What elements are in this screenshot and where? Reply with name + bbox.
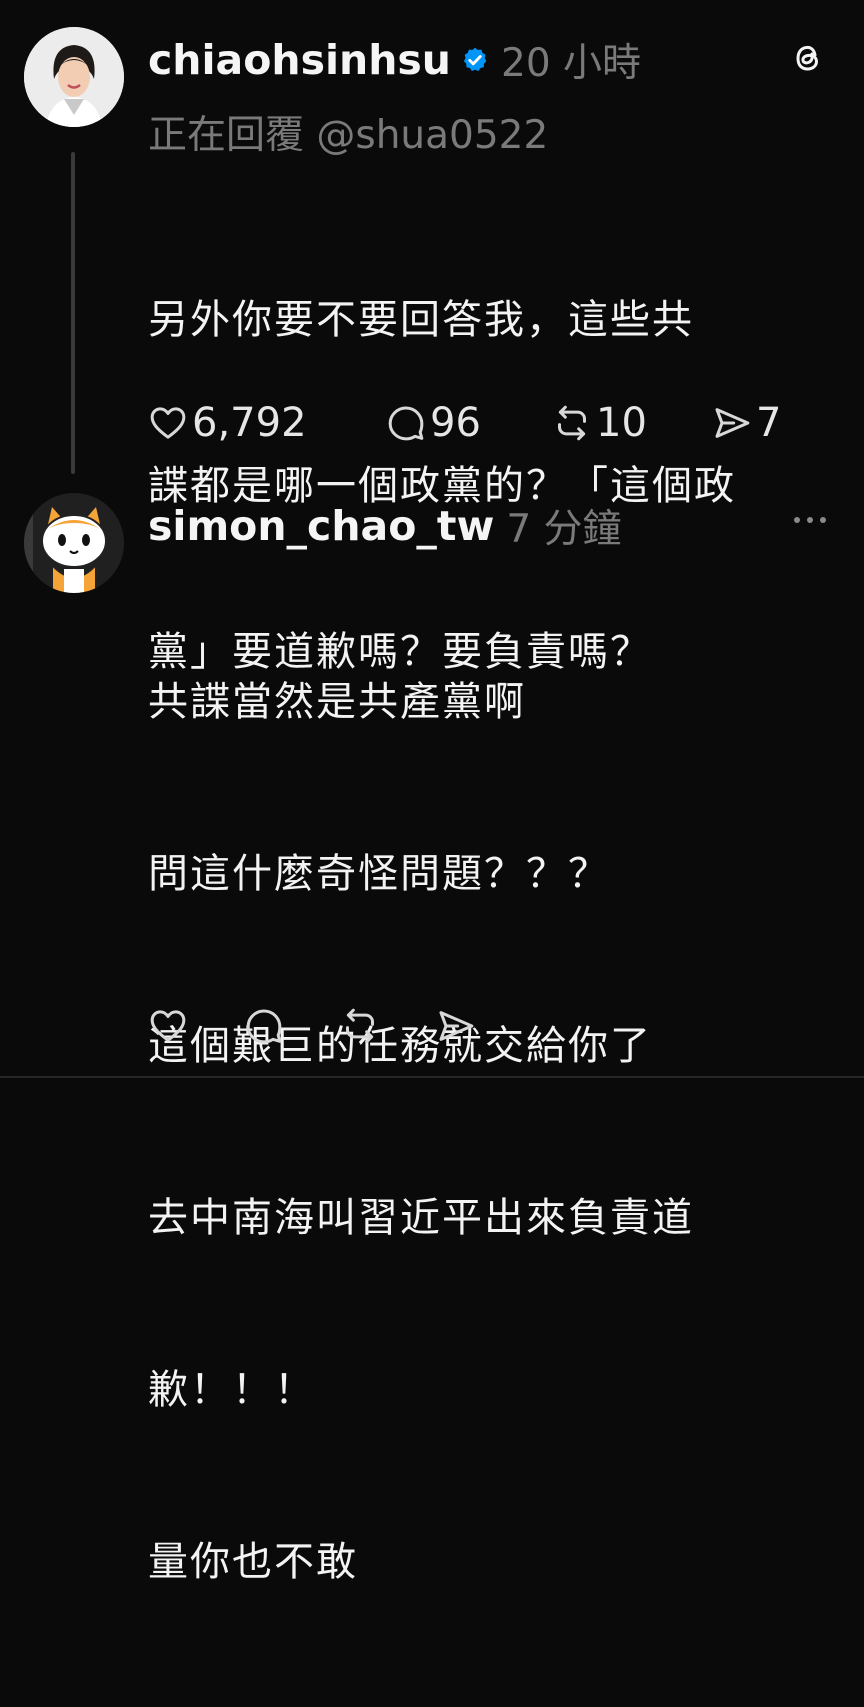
repost-button[interactable] <box>340 1006 436 1046</box>
comment-button[interactable]: 96 <box>386 400 552 446</box>
like-count: 6,792 <box>192 400 307 446</box>
post-header: simon_chao_tw 7 分鐘 <box>148 498 622 554</box>
heart-icon <box>150 1010 186 1042</box>
post-line: 量你也不敢 <box>148 1539 358 1585</box>
post-line: 另外你要不要回答我，這些共 <box>148 297 694 343</box>
avatar-simon_chao_tw[interactable] <box>24 493 124 593</box>
share-count: 7 <box>756 400 782 446</box>
like-button[interactable] <box>148 1006 244 1046</box>
repost-count: 10 <box>596 400 647 446</box>
comment-icon <box>388 406 424 441</box>
send-icon <box>439 1011 474 1041</box>
threads-icon[interactable] <box>788 38 828 78</box>
comment-icon <box>246 1009 282 1044</box>
send-icon <box>715 408 750 438</box>
avatar-cat-icon <box>24 493 124 593</box>
repost-button[interactable]: 10 <box>552 400 712 446</box>
verified-badge-icon <box>463 47 487 71</box>
post-body: 共諜當然是共產黨啊 問這什麼奇怪問題？？？ 這個艱巨的任務就交給你了 去中南海叫… <box>148 565 694 1707</box>
username[interactable]: simon_chao_tw <box>148 502 494 550</box>
thread-connector-line <box>71 152 75 474</box>
share-button[interactable]: 7 <box>712 400 781 446</box>
more-icon[interactable] <box>790 510 830 530</box>
username[interactable]: chiaohsinhsu <box>148 36 451 84</box>
post-actions: 6,792 96 10 7 <box>148 400 781 446</box>
post-time: 20 小時 <box>501 41 642 86</box>
share-button[interactable] <box>436 1006 480 1046</box>
post-line: 共諜當然是共產黨啊 <box>148 679 526 725</box>
comment-button[interactable] <box>244 1006 340 1046</box>
post-line: 歉！！！ <box>148 1367 316 1413</box>
repost-icon <box>346 1008 374 1044</box>
avatar-portrait-icon <box>24 27 124 127</box>
post-line: 去中南海叫習近平出來負責道 <box>148 1195 694 1241</box>
like-button[interactable]: 6,792 <box>148 400 386 446</box>
comment-count: 96 <box>430 400 481 446</box>
post-divider <box>0 1076 864 1078</box>
heart-icon <box>150 407 186 439</box>
avatar-chiaohsinhsu[interactable] <box>24 27 124 127</box>
repost-icon <box>558 405 586 441</box>
post-actions <box>148 1006 480 1046</box>
post-line: 問這什麼奇怪問題？？？ <box>148 851 610 897</box>
reply-to-label[interactable]: 正在回覆 @shua0522 <box>148 104 548 160</box>
post-time: 7 分鐘 <box>506 507 622 552</box>
post-header: chiaohsinhsu 20 小時 <box>148 32 641 88</box>
